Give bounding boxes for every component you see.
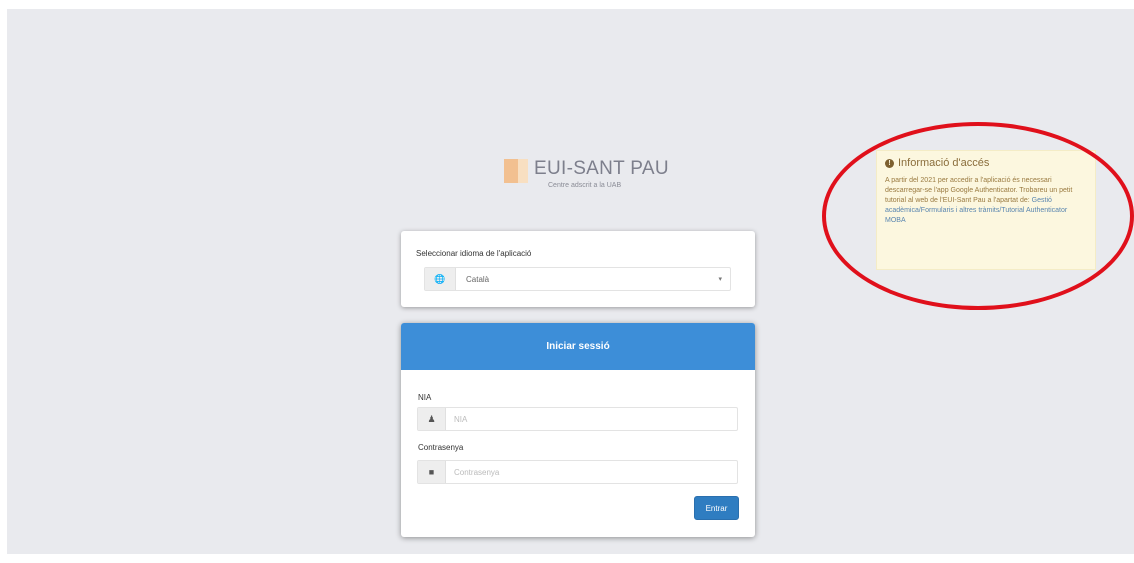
logo-subtitle: Centre adscrit a la UAB	[548, 182, 622, 189]
password-input[interactable]	[452, 466, 737, 478]
page-background: EUI-SANT PAU Centre adscrit a la UAB Sel…	[7, 9, 1134, 554]
user-field[interactable]: ♟	[417, 407, 738, 431]
language-label: Seleccionar idioma de l'aplicació	[416, 249, 532, 258]
language-selected-value: Català	[466, 274, 490, 284]
lock-icon: ■	[418, 461, 446, 483]
logo-title: EUI-SANT PAU	[534, 158, 669, 179]
info-box: ! Informació d'accés A partir del 2021 p…	[876, 150, 1096, 270]
language-select[interactable]: 🌐 Català ▾	[424, 267, 731, 291]
globe-icon: 🌐	[425, 268, 456, 290]
password-label: Contrasenya	[418, 443, 464, 452]
user-label: NIA	[418, 393, 432, 402]
password-field[interactable]: ■	[417, 460, 738, 484]
info-body: A partir del 2021 per accedir a l'aplica…	[885, 176, 1087, 226]
language-panel: Seleccionar idioma de l'aplicació 🌐 Cata…	[401, 231, 755, 307]
chevron-down-icon: ▾	[718, 276, 722, 283]
logo-mark	[504, 159, 528, 183]
login-header-title: Iniciar sessió	[546, 341, 610, 352]
info-title: Informació d'accés	[898, 157, 990, 169]
user-input[interactable]	[452, 413, 737, 425]
info-icon: !	[885, 158, 894, 168]
user-icon: ♟	[418, 408, 446, 430]
login-header: Iniciar sessió	[401, 323, 755, 370]
logo: EUI-SANT PAU Centre adscrit a la UAB	[504, 157, 669, 191]
login-panel: Iniciar sessió NIA ♟ Contrasenya ■ Entra…	[401, 323, 755, 537]
login-button[interactable]: Entrar	[694, 496, 739, 520]
